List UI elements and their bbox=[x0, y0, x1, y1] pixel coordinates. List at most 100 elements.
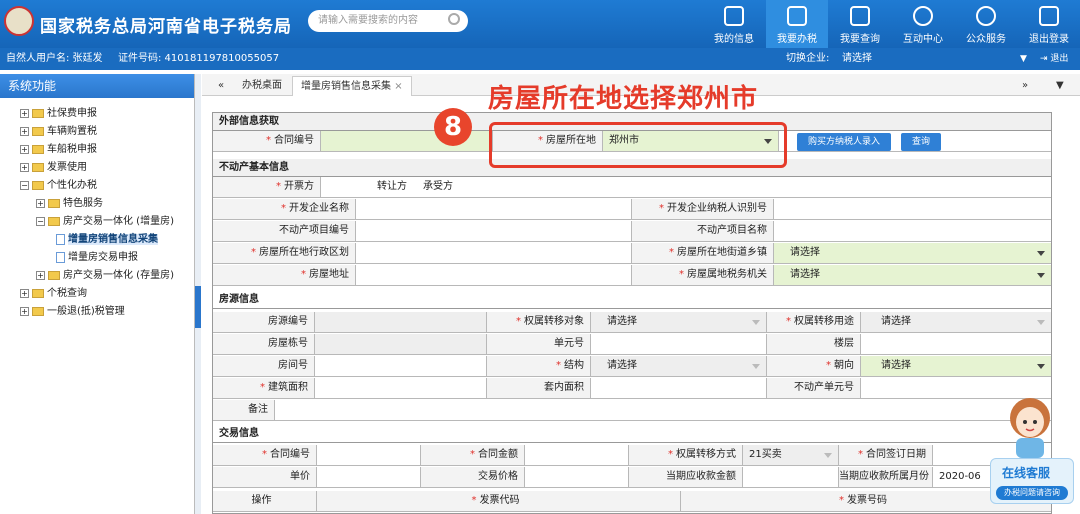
collapse-icon[interactable]: − bbox=[36, 216, 45, 226]
sidebar-item-special-service[interactable]: + 特色服务 bbox=[36, 196, 103, 212]
tab-new-house-sales[interactable]: 增量房销售信息采集 × bbox=[292, 76, 412, 96]
nav-tax-handling[interactable]: 我要办税 bbox=[766, 0, 828, 48]
expand-icon[interactable]: + bbox=[20, 108, 29, 118]
section-trade: 交易信息 bbox=[213, 425, 1051, 443]
build-area-label: * 建筑面积 bbox=[213, 378, 315, 399]
expand-icon[interactable]: + bbox=[20, 162, 29, 172]
sidebar-item-social-insurance[interactable]: + 社保费申报 bbox=[20, 106, 97, 122]
project-no-label: 不动产项目编号 bbox=[213, 221, 356, 242]
online-service-subtitle[interactable]: 办税问题请咨询 bbox=[996, 486, 1068, 500]
dropdown-arrow-icon bbox=[1037, 364, 1045, 369]
close-icon[interactable]: × bbox=[394, 81, 402, 92]
project-name-input[interactable] bbox=[774, 221, 1051, 242]
transfer-object-select[interactable]: 请选择 bbox=[591, 312, 767, 333]
user-name: 自然人用户名: 张廷发 bbox=[6, 53, 103, 64]
step-badge: 8 bbox=[434, 108, 472, 146]
query-button[interactable]: 查询 bbox=[901, 133, 941, 151]
expand-icon[interactable]: + bbox=[20, 144, 29, 154]
remark-input[interactable] bbox=[275, 400, 1051, 421]
tab-scroll-right[interactable]: » bbox=[1014, 76, 1036, 96]
issuer-option-buyer[interactable]: 承受方 bbox=[423, 181, 453, 192]
issuer-option-seller[interactable]: 转让方 bbox=[377, 181, 407, 192]
issuer-label: * 开票方 bbox=[213, 177, 321, 198]
sidebar-item-vehicle-tax[interactable]: + 车辆购置税 bbox=[20, 124, 97, 140]
tax-logo bbox=[4, 6, 34, 36]
folder-icon bbox=[32, 306, 44, 316]
room-no-label: 房间号 bbox=[213, 356, 315, 377]
trade-price-input[interactable] bbox=[525, 467, 629, 488]
expand-icon[interactable]: + bbox=[20, 288, 29, 298]
tab-menu-icon[interactable]: ▼ bbox=[1048, 76, 1072, 96]
unit-price-label: 单价 bbox=[213, 467, 317, 488]
switch-company-select[interactable]: 请选择 bbox=[842, 48, 872, 70]
sidebar-item-new-house[interactable]: − 房产交易一体化 (增量房) bbox=[36, 214, 174, 230]
nav-logout[interactable]: 退出登录 bbox=[1018, 0, 1080, 48]
document-icon bbox=[56, 251, 65, 263]
nav-query[interactable]: 我要查询 bbox=[829, 0, 891, 48]
switch-company-label: 切换企业: bbox=[786, 53, 830, 64]
search-input[interactable]: 请输入需要搜索的内容 bbox=[308, 10, 468, 32]
sidebar-item-refund[interactable]: + 一般退(抵)税管理 bbox=[20, 304, 125, 320]
collapse-icon[interactable]: − bbox=[20, 180, 29, 190]
unit-no-input[interactable] bbox=[591, 334, 767, 355]
address-input[interactable] bbox=[356, 265, 632, 286]
sidebar-item-new-house-declare[interactable]: 增量房交易申报 bbox=[56, 250, 138, 266]
street-label: * 房屋所在地街道乡镇 bbox=[632, 243, 774, 264]
contract-amount-input[interactable] bbox=[525, 445, 629, 466]
sidebar-item-existing-house[interactable]: + 房产交易一体化 (存量房) bbox=[36, 268, 174, 284]
project-no-input[interactable] bbox=[356, 221, 632, 242]
buyer-entry-button[interactable]: 购买方纳税人录入 bbox=[797, 133, 891, 151]
folder-icon bbox=[32, 180, 44, 190]
expand-icon[interactable]: + bbox=[20, 126, 29, 136]
sidebar: 系统功能 + 社保费申报 + 车辆购置税 + 车船税申报 + 发票使用 − 个性化办税 +… bbox=[0, 74, 195, 514]
sidebar-item-personalized[interactable]: − 个性化办税 bbox=[20, 178, 97, 194]
customer-service-avatar-icon[interactable] bbox=[1004, 396, 1056, 458]
sidebar-item-invoice[interactable]: + 发票使用 bbox=[20, 160, 87, 176]
nav-my-info[interactable]: 我的信息 bbox=[703, 0, 765, 48]
issuer-radio-group[interactable]: 转让方 承受方 bbox=[321, 177, 1051, 198]
building-no-label: 房屋栋号 bbox=[213, 334, 315, 355]
sidebar-item-vessel-tax[interactable]: + 车船税申报 bbox=[20, 142, 97, 158]
build-area-input[interactable] bbox=[315, 378, 487, 399]
collapse-arrow-icon[interactable]: ▼ bbox=[1020, 48, 1027, 70]
tab-scroll-left[interactable]: « bbox=[210, 76, 232, 96]
folder-icon bbox=[48, 216, 60, 226]
search-icon[interactable] bbox=[448, 13, 460, 25]
sidebar-item-income-tax-query[interactable]: + 个税查询 bbox=[20, 286, 87, 302]
nav-public-service[interactable]: 公众服务 bbox=[955, 0, 1017, 48]
transfer-method-select[interactable]: 21买卖 bbox=[743, 445, 839, 466]
tax-office-select[interactable]: 请选择 bbox=[774, 265, 1051, 286]
current-receivable-input[interactable] bbox=[743, 467, 839, 488]
street-select[interactable]: 请选择 bbox=[774, 243, 1051, 264]
expand-icon[interactable]: + bbox=[36, 270, 45, 280]
transfer-use-select[interactable]: 请选择 bbox=[861, 312, 1051, 333]
user-icon bbox=[724, 6, 744, 26]
site-title: 国家税务总局河南省电子税务局 bbox=[40, 17, 292, 37]
sidebar-item-new-house-sales[interactable]: 增量房销售信息采集 bbox=[56, 232, 158, 248]
room-no-input[interactable] bbox=[315, 356, 487, 377]
source-no-label: 房源编号 bbox=[213, 312, 315, 333]
nav-interaction[interactable]: 互动中心 bbox=[892, 0, 954, 48]
splitter-grip[interactable] bbox=[195, 286, 201, 328]
developer-id-input[interactable] bbox=[774, 199, 1051, 220]
sidebar-splitter[interactable] bbox=[195, 74, 201, 514]
tab-home[interactable]: 办税桌面 bbox=[234, 76, 290, 96]
trade-contract-no-input[interactable] bbox=[317, 445, 421, 466]
expand-icon[interactable]: + bbox=[36, 198, 45, 208]
dropdown-arrow-icon bbox=[752, 320, 760, 325]
expand-icon[interactable]: + bbox=[20, 306, 29, 316]
online-service-title[interactable]: 在线客服 bbox=[1002, 464, 1050, 481]
orientation-select[interactable]: 请选择 bbox=[861, 356, 1051, 377]
monitor-icon bbox=[787, 6, 807, 26]
district-input[interactable] bbox=[356, 243, 632, 264]
building-no-input[interactable] bbox=[315, 334, 487, 355]
dropdown-arrow-icon bbox=[1037, 273, 1045, 278]
exit-icon[interactable]: ⇥ 退出 bbox=[1040, 48, 1068, 70]
structure-select[interactable]: 请选择 bbox=[591, 356, 767, 377]
floor-input[interactable] bbox=[861, 334, 1051, 355]
developer-name-input[interactable] bbox=[356, 199, 632, 220]
inner-area-input[interactable] bbox=[591, 378, 767, 399]
source-no-input[interactable] bbox=[315, 312, 487, 333]
folder-icon bbox=[32, 144, 44, 154]
unit-price-input[interactable] bbox=[317, 467, 421, 488]
